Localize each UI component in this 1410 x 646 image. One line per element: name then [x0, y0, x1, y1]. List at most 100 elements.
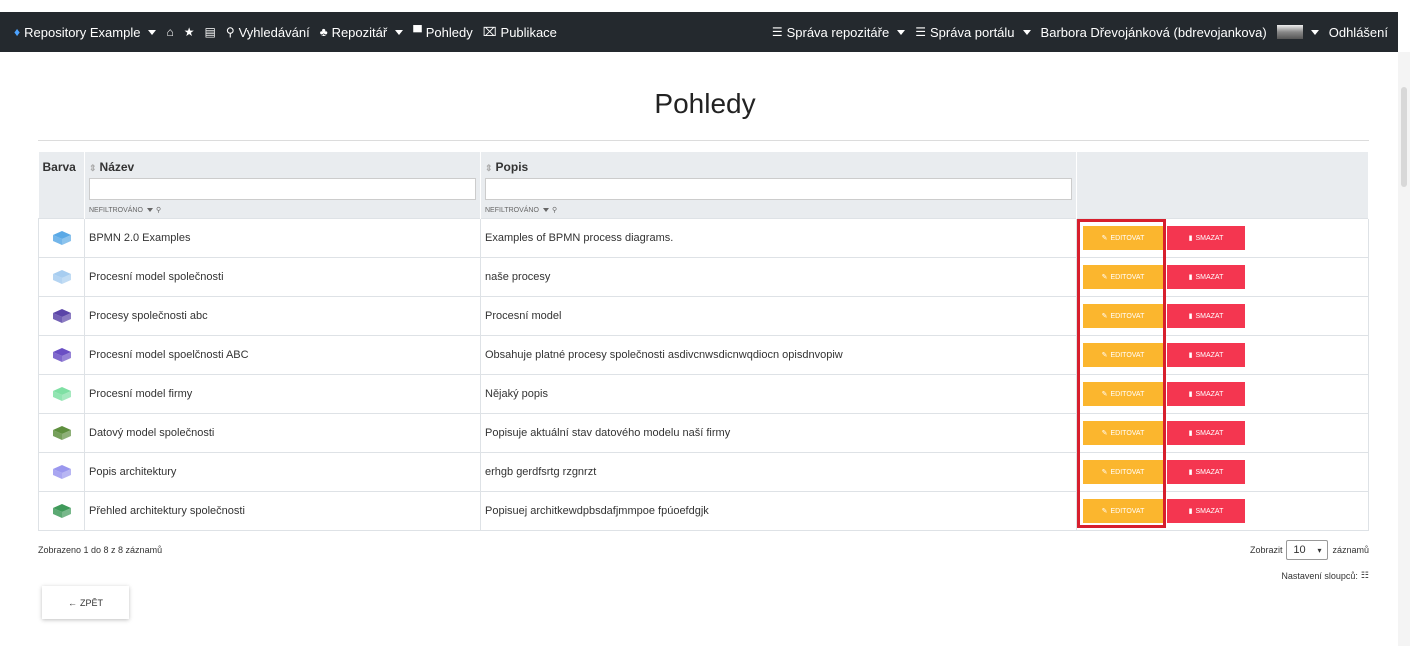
- delete-button[interactable]: ▮ SMAZAT: [1167, 421, 1245, 445]
- edit-label: EDITOVAT: [1110, 312, 1145, 320]
- delete-label: SMAZAT: [1195, 429, 1224, 437]
- book-link[interactable]: ▤: [204, 26, 215, 38]
- nav-views[interactable]: ▀ Pohledy: [413, 25, 473, 40]
- edit-label: EDITOVAT: [1110, 390, 1145, 398]
- row-name[interactable]: Procesy společnosti abc: [84, 296, 481, 336]
- favorites-link[interactable]: ★: [184, 26, 195, 38]
- row-description: Examples of BPMN process diagrams.: [480, 218, 1077, 258]
- nav-publications[interactable]: ⌧ Publikace: [483, 25, 557, 40]
- trash-icon: ▮: [1188, 235, 1193, 242]
- nav-search[interactable]: ⚲ Vyhledávání: [226, 25, 310, 40]
- delete-label: SMAZAT: [1195, 351, 1224, 359]
- table-row: Procesní model spoelčnosti ABC Obsahuje …: [38, 335, 1369, 375]
- header-description[interactable]: ⇕ Popis NEFILTROVÁNO ⚲: [480, 152, 1077, 219]
- language-switcher[interactable]: [1276, 25, 1319, 39]
- columns-icon[interactable]: ☷: [1361, 570, 1369, 581]
- search-icon: ⚲: [225, 25, 235, 39]
- description-filter-status[interactable]: NEFILTROVÁNO ⚲: [485, 206, 1072, 215]
- table-row: BPMN 2.0 Examples Examples of BPMN proce…: [38, 218, 1369, 258]
- edit-label: EDITOVAT: [1110, 429, 1145, 437]
- edit-button[interactable]: ✎ EDITOVAT: [1083, 460, 1163, 484]
- row-name[interactable]: Procesní model spoelčnosti ABC: [84, 335, 481, 375]
- color-cell: [38, 296, 85, 336]
- filter-status-label: NEFILTROVÁNO: [485, 206, 539, 214]
- delete-button[interactable]: ▮ SMAZAT: [1167, 226, 1245, 250]
- name-filter-status[interactable]: NEFILTROVÁNO ⚲: [89, 206, 476, 215]
- row-name[interactable]: Popis architektury: [84, 452, 481, 492]
- row-name[interactable]: Přehled architektury společnosti: [84, 491, 481, 531]
- header-name-label: Název: [99, 160, 135, 174]
- trash-icon: ▮: [1188, 469, 1193, 476]
- edit-button[interactable]: ✎ EDITOVAT: [1083, 304, 1163, 328]
- page-scrollbar[interactable]: [1398, 52, 1410, 646]
- chevron-down-icon: [1310, 29, 1319, 35]
- delete-label: SMAZAT: [1195, 468, 1224, 476]
- row-name[interactable]: Procesní model společnosti: [84, 257, 481, 297]
- page-length-control: Zobrazit 10 ▾ záznamů: [1250, 540, 1369, 560]
- sort-icon[interactable]: ⇕: [89, 163, 97, 173]
- nav-publications-label: Publikace: [500, 24, 557, 40]
- box-icon: [52, 348, 71, 362]
- home-icon: ⌂: [166, 25, 174, 39]
- chevron-down-icon: [146, 208, 153, 212]
- table-header-row: Barva ⇕ Název NEFILTROVÁNO ⚲ ⇕ Popis NEFILT…: [38, 152, 1369, 219]
- home-link[interactable]: ⌂: [166, 26, 173, 38]
- delete-label: SMAZAT: [1195, 390, 1224, 398]
- back-button[interactable]: ← ZPĚT: [42, 586, 129, 619]
- delete-button[interactable]: ▮ SMAZAT: [1167, 499, 1245, 523]
- nav-repository[interactable]: ♣ Repozitář: [320, 25, 404, 40]
- edit-label: EDITOVAT: [1110, 273, 1145, 281]
- box-icon: [52, 504, 71, 518]
- description-filter-input[interactable]: [485, 178, 1072, 200]
- row-description: Popisuje aktuální stav datového modelu n…: [480, 413, 1077, 453]
- row-name[interactable]: Procesní model firmy: [84, 374, 481, 414]
- table-row: Procesy společnosti abc Procesní model ✎…: [38, 296, 1369, 336]
- nav-repo-admin[interactable]: ☰ Správa repozitáře: [772, 25, 906, 40]
- edit-button[interactable]: ✎ EDITOVAT: [1083, 265, 1163, 289]
- edit-button[interactable]: ✎ EDITOVAT: [1083, 382, 1163, 406]
- top-navbar: ♦ Repository Example ⌂ ★ ▤ ⚲ Vyhledávání…: [0, 12, 1398, 52]
- edit-button[interactable]: ✎ EDITOVAT: [1083, 499, 1163, 523]
- delete-button[interactable]: ▮ SMAZAT: [1167, 343, 1245, 367]
- search-icon: ⚲: [551, 207, 558, 214]
- nav-logout[interactable]: Odhlášení: [1329, 25, 1388, 40]
- arrow-left-icon: ←: [67, 597, 77, 608]
- column-settings[interactable]: Nastavení sloupců: ☷: [1281, 570, 1369, 581]
- color-cell: [38, 335, 85, 375]
- row-name[interactable]: BPMN 2.0 Examples: [84, 218, 481, 258]
- edit-button[interactable]: ✎ EDITOVAT: [1083, 226, 1163, 250]
- chevron-down-icon[interactable]: [148, 29, 157, 35]
- nav-portal-admin[interactable]: ☰ Správa portálu: [915, 25, 1031, 40]
- edit-button[interactable]: ✎ EDITOVAT: [1083, 343, 1163, 367]
- edit-icon: ✎: [1101, 430, 1108, 437]
- row-description: Nějaký popis: [480, 374, 1077, 414]
- row-actions: ✎ EDITOVAT ▮ SMAZAT: [1076, 452, 1369, 492]
- delete-button[interactable]: ▮ SMAZAT: [1167, 460, 1245, 484]
- chevron-down-icon: [395, 29, 404, 35]
- header-name[interactable]: ⇕ Název NEFILTROVÁNO ⚲: [84, 152, 481, 219]
- edit-button[interactable]: ✎ EDITOVAT: [1083, 421, 1163, 445]
- brand-link[interactable]: ♦ Repository Example: [14, 25, 157, 40]
- title-divider: [38, 140, 1369, 141]
- back-label: ZPĚT: [79, 597, 103, 608]
- trash-icon: ▮: [1188, 352, 1193, 359]
- row-name[interactable]: Datový model společnosti: [84, 413, 481, 453]
- edit-label: EDITOVAT: [1110, 507, 1145, 515]
- name-filter-input[interactable]: [89, 178, 476, 200]
- delete-label: SMAZAT: [1195, 234, 1224, 242]
- row-actions: ✎ EDITOVAT ▮ SMAZAT: [1076, 218, 1369, 258]
- page-size-select[interactable]: 10 ▾: [1286, 540, 1329, 560]
- delete-button[interactable]: ▮ SMAZAT: [1167, 304, 1245, 328]
- chevron-down-icon: ▾: [1317, 545, 1322, 555]
- delete-button[interactable]: ▮ SMAZAT: [1167, 265, 1245, 289]
- row-description: naše procesy: [480, 257, 1077, 297]
- navbar-left: ♦ Repository Example ⌂ ★ ▤ ⚲ Vyhledávání…: [14, 25, 557, 40]
- box-icon: [52, 465, 71, 479]
- edit-label: EDITOVAT: [1110, 351, 1145, 359]
- delete-button[interactable]: ▮ SMAZAT: [1167, 382, 1245, 406]
- row-actions: ✎ EDITOVAT ▮ SMAZAT: [1076, 491, 1369, 531]
- nav-user[interactable]: Barbora Dřevojánková (bdrevojankova): [1041, 25, 1267, 40]
- row-actions: ✎ EDITOVAT ▮ SMAZAT: [1076, 257, 1369, 297]
- row-actions: ✎ EDITOVAT ▮ SMAZAT: [1076, 413, 1369, 453]
- sort-icon[interactable]: ⇕: [485, 163, 493, 173]
